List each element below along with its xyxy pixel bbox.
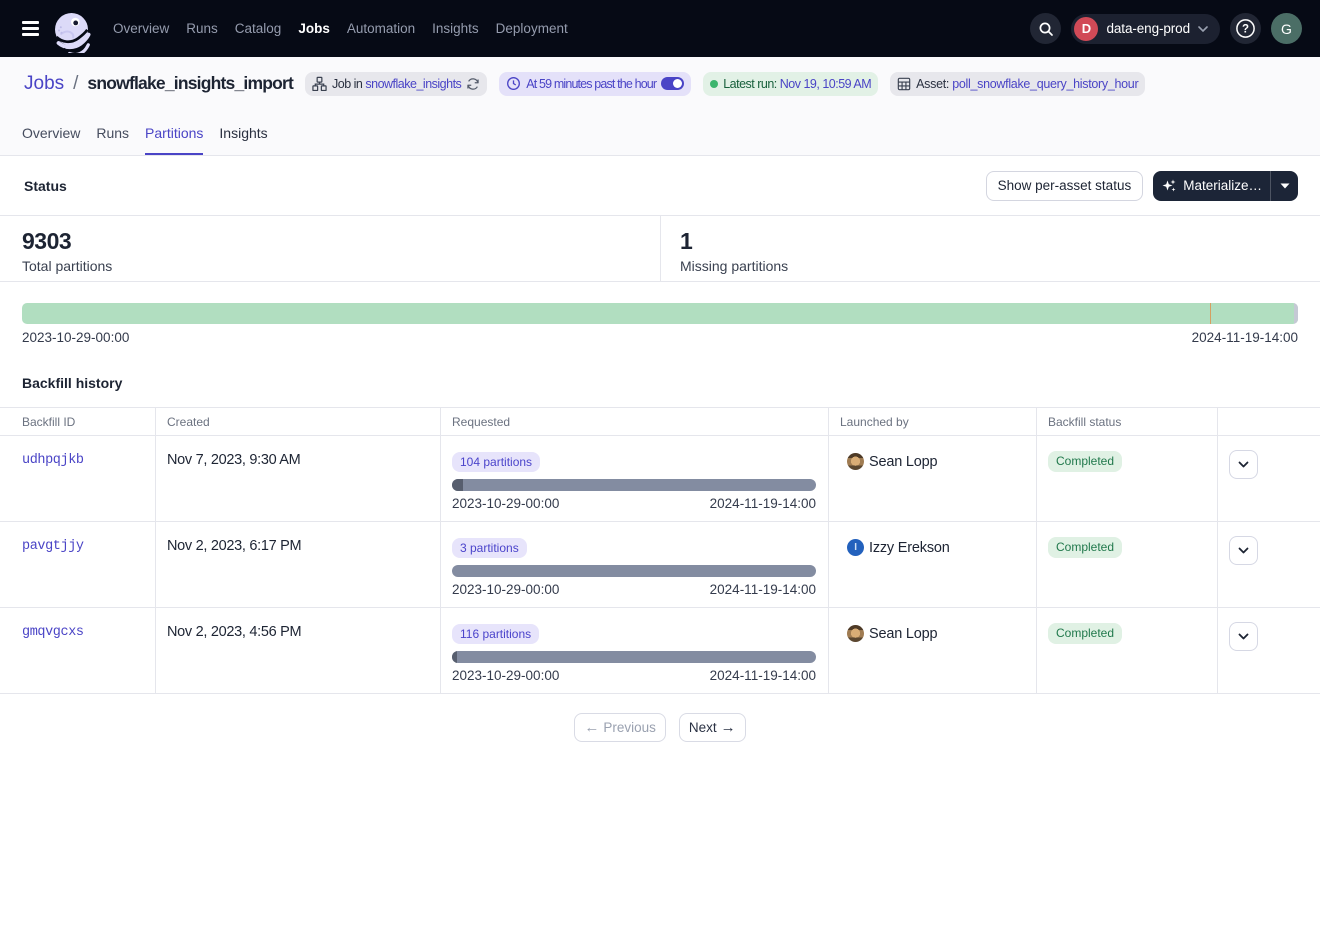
svg-text:?: ? [1242,24,1249,36]
